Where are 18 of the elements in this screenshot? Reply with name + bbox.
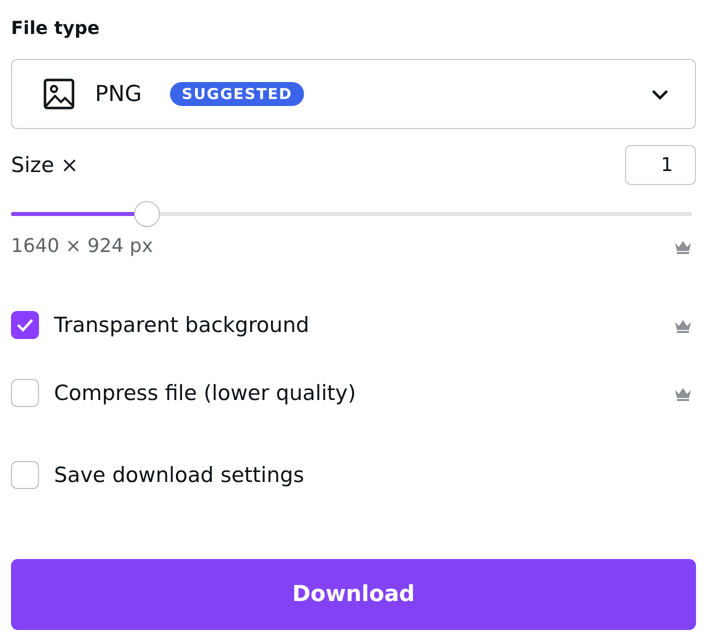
checkbox[interactable] <box>11 379 39 407</box>
checkbox[interactable] <box>11 311 39 339</box>
suggested-badge: SUGGESTED <box>170 82 304 106</box>
download-button[interactable]: Download <box>11 559 696 630</box>
chevron-down-icon <box>651 88 669 100</box>
section-heading: File type <box>11 16 101 40</box>
option-label: Save download settings <box>54 463 304 487</box>
checkmark-icon <box>16 318 34 332</box>
size-slider[interactable] <box>11 201 692 227</box>
image-icon <box>43 78 75 110</box>
checkbox[interactable] <box>11 461 39 489</box>
file-type-dropdown[interactable]: PNG SUGGESTED <box>11 59 696 129</box>
size-label: Size × <box>11 153 78 177</box>
slider-thumb[interactable] <box>134 201 160 227</box>
option-label: Compress file (lower quality) <box>54 381 356 405</box>
option-label: Transparent background <box>54 313 310 337</box>
size-input[interactable]: 1 <box>625 145 696 185</box>
dimensions-text: 1640 × 924 px <box>11 235 153 257</box>
